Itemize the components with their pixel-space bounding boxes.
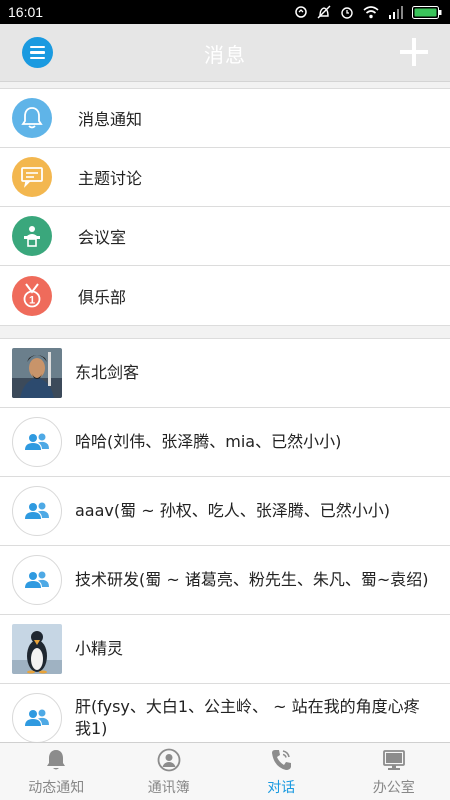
- chat-list: 东北剑客 哈哈(刘伟、张泽腾、mia、已然小小) aaav(蜀 ~ 孙权、吃人、…: [0, 338, 450, 753]
- chat-item[interactable]: 小精灵: [0, 615, 450, 684]
- group-avatar: [12, 693, 62, 743]
- group-icon: [25, 709, 49, 726]
- chat-name: 东北剑客: [75, 363, 140, 382]
- function-item-club[interactable]: 1 俱乐部: [0, 266, 450, 325]
- function-label: 俱乐部: [78, 287, 127, 307]
- monitor-icon: [382, 748, 406, 772]
- medal-icon: 1: [12, 275, 52, 316]
- alarm-clock-icon: [341, 7, 353, 19]
- chat-item[interactable]: 技术研发(蜀 ~ 诸葛亮、粉先生、朱凡、蜀~袁绍): [0, 546, 450, 615]
- mute-icon: [317, 5, 331, 19]
- nav-label: 通讯簿: [147, 780, 190, 796]
- bell-icon: [44, 748, 68, 772]
- chat-name: 技术研发(蜀 ~ 诸葛亮、粉先生、朱凡、蜀~袁绍): [75, 570, 429, 589]
- group-icon: [25, 502, 49, 519]
- wifi-icon: [363, 5, 379, 18]
- nav-label: 办公室: [372, 780, 415, 796]
- chat-name: 小精灵: [75, 639, 124, 658]
- page-title: 消息: [204, 43, 246, 67]
- bottom-nav: 动态通知 通讯簿 对话 办公室: [0, 742, 450, 800]
- nav-item-office[interactable]: 办公室: [338, 743, 450, 800]
- nav-label: 对话: [267, 780, 296, 796]
- function-label: 消息通知: [78, 110, 143, 129]
- function-list: 消息通知 主题讨论 会议室 1 俱乐部: [0, 88, 450, 326]
- function-item-notice[interactable]: 消息通知: [0, 89, 450, 148]
- group-icon: [25, 571, 49, 588]
- status-time: 16:01: [8, 4, 44, 20]
- chat-item[interactable]: 哈哈(刘伟、张泽腾、mia、已然小小): [0, 408, 450, 477]
- svg-text:1: 1: [29, 294, 35, 306]
- phone-icon: [269, 748, 293, 772]
- status-bar: 16:01: [0, 0, 450, 24]
- chat-bubble-icon: [12, 157, 52, 197]
- status-icons: [294, 5, 442, 19]
- battery-icon: [412, 5, 442, 19]
- function-item-discussion[interactable]: 主题讨论: [0, 148, 450, 207]
- add-button[interactable]: [400, 38, 428, 66]
- signal-icon: [389, 5, 403, 19]
- contact-icon: [157, 748, 181, 772]
- app-header: 消息: [0, 24, 450, 82]
- nav-item-conversations[interactable]: 对话: [225, 743, 338, 800]
- chat-name: 肝(fysy、大白1、公主岭、 ~ 站在我的角度心疼我1): [75, 697, 420, 738]
- group-avatar: [12, 486, 62, 536]
- group-avatar: [12, 555, 62, 605]
- function-label: 主题讨论: [78, 169, 143, 188]
- group-icon: [25, 433, 49, 450]
- nav-item-contacts[interactable]: 通讯簿: [113, 743, 226, 800]
- chat-item[interactable]: aaav(蜀 ~ 孙权、吃人、张泽腾、已然小小): [0, 477, 450, 546]
- nav-label: 动态通知: [28, 780, 85, 796]
- avatar: [12, 624, 62, 674]
- group-avatar: [12, 417, 62, 467]
- chat-name: aaav(蜀 ~ 孙权、吃人、张泽腾、已然小小): [75, 501, 390, 520]
- podium-icon: [12, 216, 52, 256]
- alarm-off-icon: [295, 6, 307, 18]
- chat-name: 哈哈(刘伟、张泽腾、mia、已然小小): [75, 432, 342, 451]
- function-label: 会议室: [78, 228, 127, 247]
- nav-item-notifications[interactable]: 动态通知: [0, 743, 113, 800]
- bell-icon: [12, 98, 52, 138]
- avatar: [12, 348, 62, 398]
- chat-item[interactable]: 东北剑客: [0, 339, 450, 408]
- function-item-meeting-room[interactable]: 会议室: [0, 207, 450, 266]
